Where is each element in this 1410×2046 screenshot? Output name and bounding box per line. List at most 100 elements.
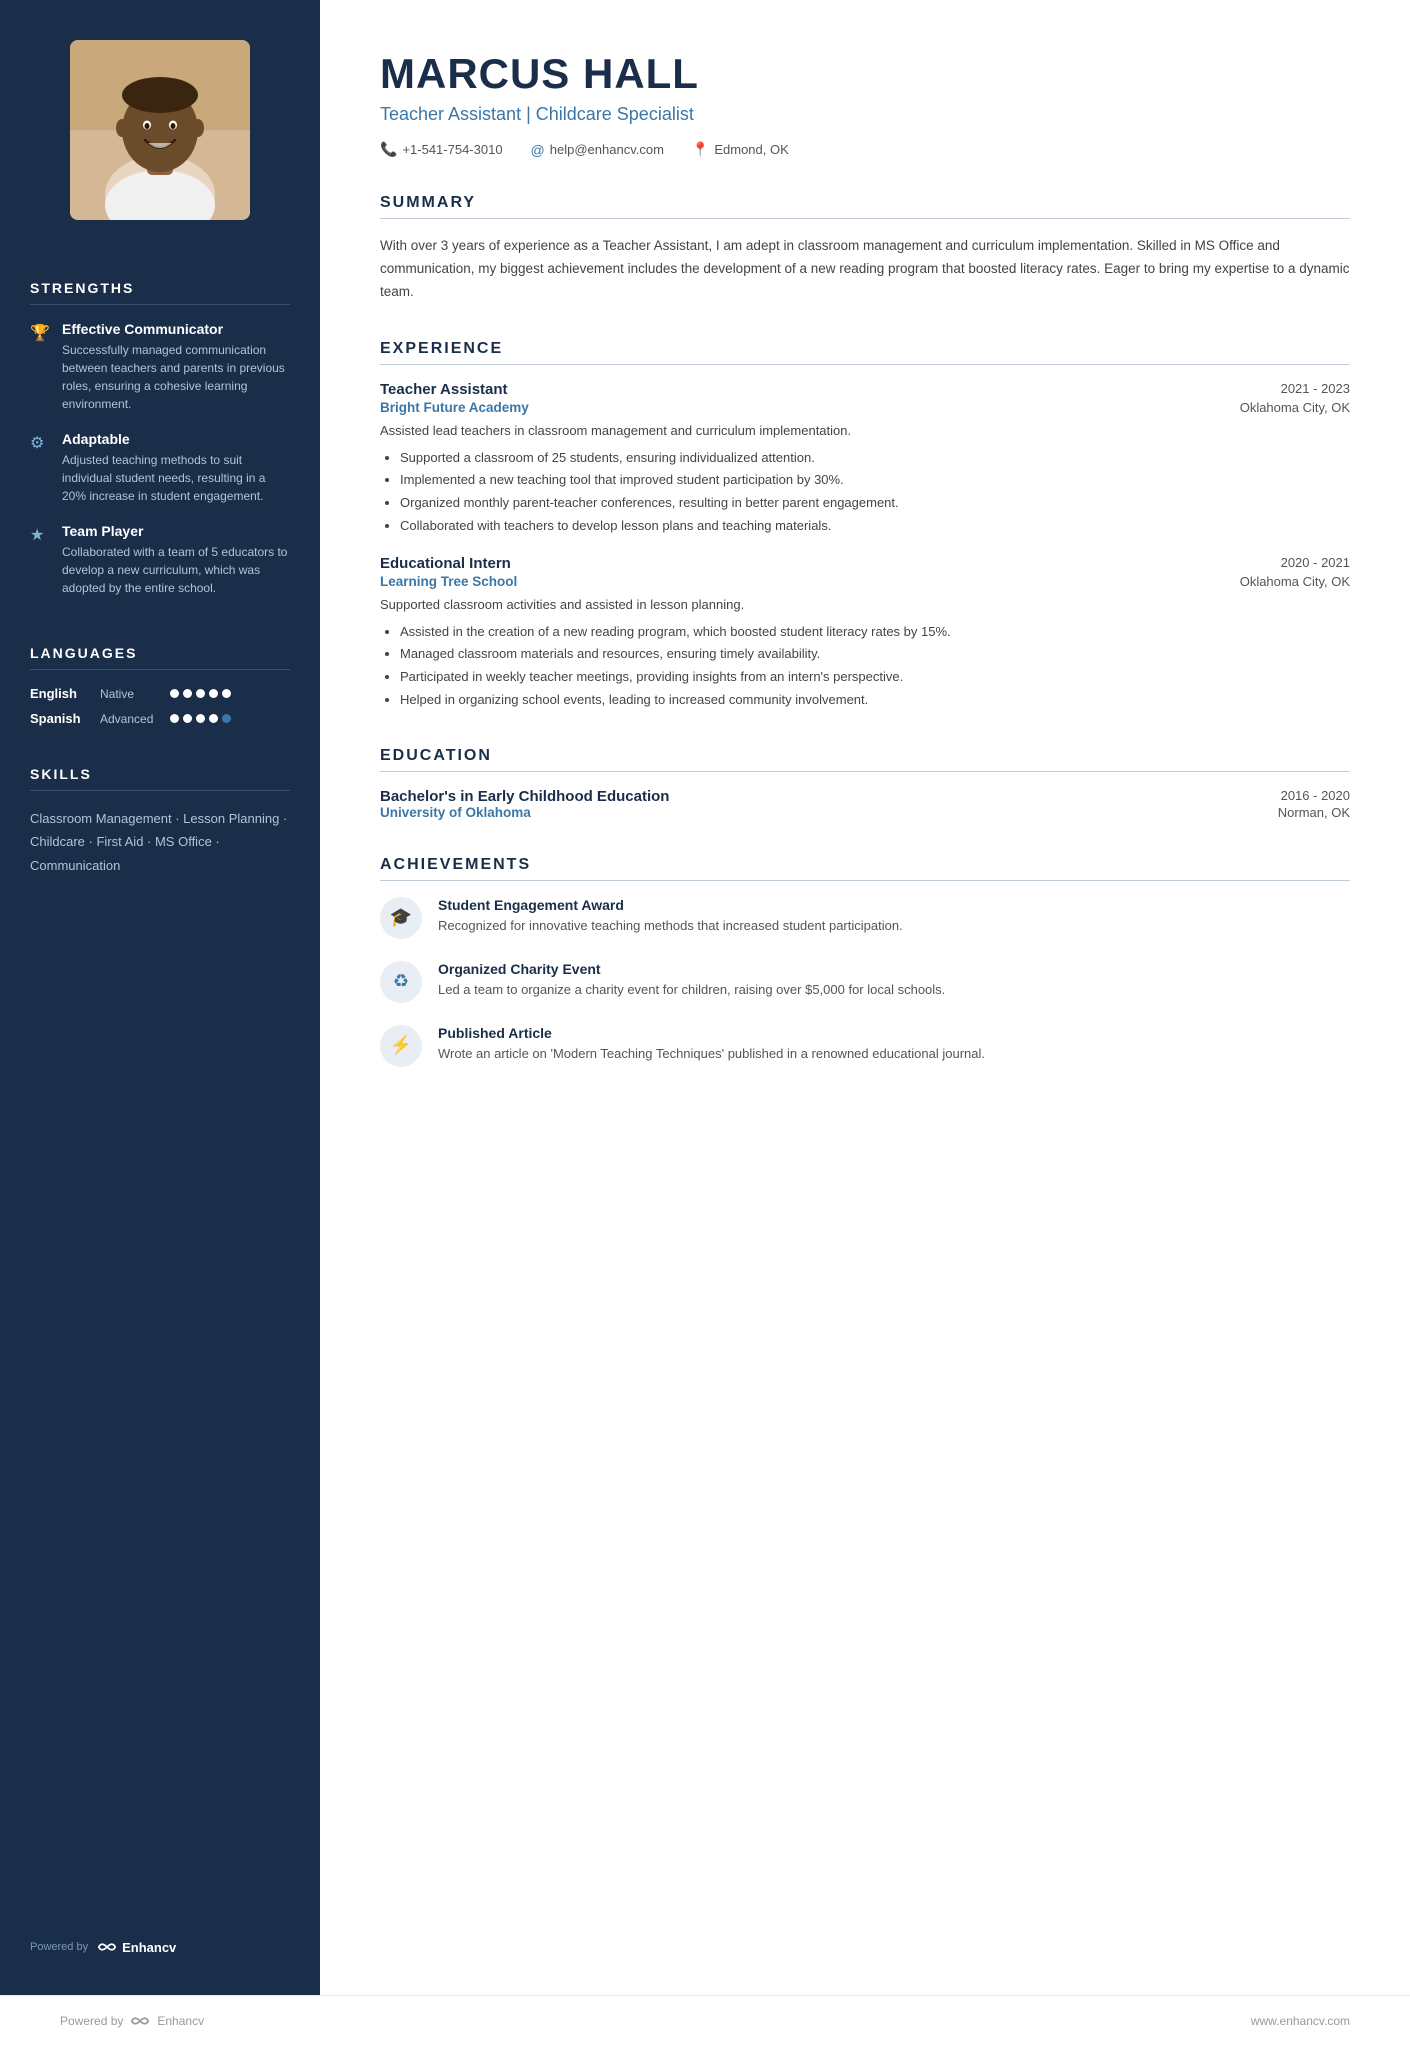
- job-location-2: Oklahoma City, OK: [1240, 574, 1350, 589]
- footer-website: www.enhancv.com: [1251, 2014, 1350, 2028]
- location-icon: 📍: [692, 141, 709, 158]
- education-title: EDUCATION: [380, 747, 1350, 772]
- lang-name-spanish: Spanish: [30, 711, 100, 726]
- edu-dates-1: 2016 - 2020: [1281, 788, 1350, 805]
- strength-title-2: Adaptable: [62, 431, 290, 447]
- dot: [196, 714, 205, 723]
- phone-number: +1-541-754-3010: [402, 142, 502, 157]
- dot: [222, 689, 231, 698]
- strengths-title: STRENGTHS: [30, 280, 290, 305]
- sidebar-footer: Powered by Enhancv: [0, 1919, 320, 1955]
- contact-email: @ help@enhancv.com: [531, 142, 664, 158]
- lang-level-english: Native: [100, 687, 170, 701]
- languages-title: LANGUAGES: [30, 645, 290, 670]
- achievement-desc-1: Recognized for innovative teaching metho…: [438, 916, 903, 936]
- achievements-section: ACHIEVEMENTS 🎓 Student Engagement Award …: [380, 856, 1350, 1067]
- achievement-desc-3: Wrote an article on 'Modern Teaching Tec…: [438, 1044, 985, 1064]
- achievement-icon-2: ♻: [380, 961, 422, 1003]
- footer-left: Powered by Enhancv: [60, 2014, 204, 2028]
- strength-item-2: ⚙ Adaptable Adjusted teaching methods to…: [30, 431, 290, 505]
- main-content: MARCUS HALL Teacher Assistant | Childcar…: [320, 0, 1410, 1995]
- footer-powered-label: Powered by: [60, 2014, 123, 2028]
- experience-title: EXPERIENCE: [380, 340, 1350, 365]
- achievement-icon-3: ⚡: [380, 1025, 422, 1067]
- trophy-icon: 🏆: [30, 323, 52, 343]
- dot: [209, 689, 218, 698]
- job-dates-2: 2020 - 2021: [1281, 555, 1350, 570]
- job-bullets-1: Supported a classroom of 25 students, en…: [380, 448, 1350, 537]
- language-spanish: Spanish Advanced: [30, 711, 290, 726]
- edu-location-1: Norman, OK: [1278, 805, 1350, 820]
- language-english: English Native: [30, 686, 290, 701]
- bullet-item: Implemented a new teaching tool that imp…: [400, 470, 1350, 491]
- lang-dots-spanish: [170, 714, 231, 723]
- dot: [196, 689, 205, 698]
- contact-phone: 📞 +1-541-754-3010: [380, 141, 503, 158]
- sidebar: STRENGTHS 🏆 Effective Communicator Succe…: [0, 0, 320, 1995]
- job-location-1: Oklahoma City, OK: [1240, 400, 1350, 415]
- lang-level-spanish: Advanced: [100, 712, 170, 726]
- achievement-2: ♻ Organized Charity Event Led a team to …: [380, 961, 1350, 1003]
- achievement-icon-1: 🎓: [380, 897, 422, 939]
- achievement-1: 🎓 Student Engagement Award Recognized fo…: [380, 897, 1350, 939]
- summary-section: SUMMARY With over 3 years of experience …: [380, 194, 1350, 304]
- achievements-title: ACHIEVEMENTS: [380, 856, 1350, 881]
- experience-section: EXPERIENCE Teacher Assistant 2021 - 2023…: [380, 340, 1350, 711]
- brand-logo: Enhancv: [96, 1939, 176, 1955]
- achievement-title-1: Student Engagement Award: [438, 897, 903, 913]
- edu-school-1: University of Oklahoma: [380, 805, 531, 820]
- job-desc-2: Supported classroom activities and assis…: [380, 595, 1350, 616]
- skills-title: SKILLS: [30, 766, 290, 791]
- email-icon: @: [531, 142, 545, 158]
- dot: [183, 689, 192, 698]
- bullet-item: Supported a classroom of 25 students, en…: [400, 448, 1350, 469]
- bullet-item: Participated in weekly teacher meetings,…: [400, 667, 1350, 688]
- summary-title: SUMMARY: [380, 194, 1350, 219]
- dot: [183, 714, 192, 723]
- brand-name: Enhancv: [122, 1940, 176, 1955]
- lang-dots-english: [170, 689, 231, 698]
- dot: [222, 714, 231, 723]
- contact-info: 📞 +1-541-754-3010 @ help@enhancv.com 📍 E…: [380, 141, 1350, 158]
- page-footer: Powered by Enhancv www.enhancv.com: [0, 1995, 1410, 2046]
- phone-icon: 📞: [380, 141, 397, 158]
- strength-desc-2: Adjusted teaching methods to suit indivi…: [62, 451, 290, 505]
- achievement-desc-2: Led a team to organize a charity event f…: [438, 980, 945, 1000]
- strengths-section: STRENGTHS 🏆 Effective Communicator Succe…: [0, 280, 320, 615]
- bullet-item: Collaborated with teachers to develop le…: [400, 516, 1350, 537]
- bullet-item: Managed classroom materials and resource…: [400, 644, 1350, 665]
- strength-desc-1: Successfully managed communication betwe…: [62, 341, 290, 413]
- languages-section: LANGUAGES English Native Spanish Advance…: [0, 645, 320, 736]
- bullet-item: Helped in organizing school events, lead…: [400, 690, 1350, 711]
- avatar: [70, 40, 250, 220]
- education-section: EDUCATION Bachelor's in Early Childhood …: [380, 747, 1350, 820]
- powered-by-label: Powered by: [30, 1941, 88, 1953]
- achievement-3: ⚡ Published Article Wrote an article on …: [380, 1025, 1350, 1067]
- candidate-name: MARCUS HALL: [380, 50, 1350, 98]
- job-2: Educational Intern 2020 - 2021 Learning …: [380, 555, 1350, 711]
- edu-degree-1: Bachelor's in Early Childhood Education: [380, 788, 669, 805]
- skills-text: Classroom Management · Lesson Planning ·…: [30, 807, 290, 877]
- dot: [170, 689, 179, 698]
- footer-brand-name: Enhancv: [157, 2014, 204, 2028]
- strength-desc-3: Collaborated with a team of 5 educators …: [62, 543, 290, 597]
- achievement-title-2: Organized Charity Event: [438, 961, 945, 977]
- location-text: Edmond, OK: [714, 142, 788, 157]
- bullet-item: Assisted in the creation of a new readin…: [400, 622, 1350, 643]
- job-company-1: Bright Future Academy: [380, 400, 529, 415]
- job-title-2: Educational Intern: [380, 555, 511, 572]
- job-dates-1: 2021 - 2023: [1281, 381, 1350, 396]
- job-title-1: Teacher Assistant: [380, 381, 508, 398]
- email-address: help@enhancv.com: [550, 142, 664, 157]
- job-company-2: Learning Tree School: [380, 574, 517, 589]
- resume-header: MARCUS HALL Teacher Assistant | Childcar…: [380, 50, 1350, 158]
- summary-text: With over 3 years of experience as a Tea…: [380, 235, 1350, 304]
- achievement-title-3: Published Article: [438, 1025, 985, 1041]
- skills-section: SKILLS Classroom Management · Lesson Pla…: [0, 766, 320, 877]
- edu-entry-1: Bachelor's in Early Childhood Education …: [380, 788, 1350, 820]
- gear-icon: ⚙: [30, 433, 52, 453]
- dot: [170, 714, 179, 723]
- strength-item-3: ★ Team Player Collaborated with a team o…: [30, 523, 290, 597]
- candidate-title: Teacher Assistant | Childcare Specialist: [380, 104, 1350, 125]
- star-icon: ★: [30, 525, 52, 545]
